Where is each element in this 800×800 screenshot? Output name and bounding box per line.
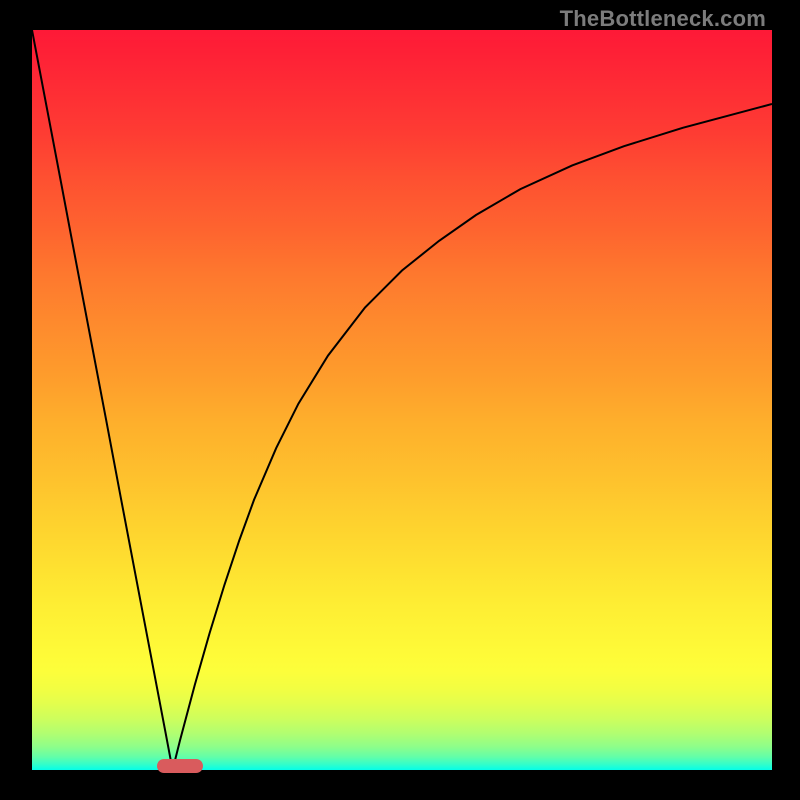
optimum-marker [157, 759, 203, 773]
right-branch-curve [173, 104, 772, 770]
plot-area [32, 30, 772, 770]
left-branch-curve [32, 30, 173, 770]
plot-outer-frame: TheBottleneck.com [0, 0, 800, 800]
watermark-text: TheBottleneck.com [560, 6, 766, 32]
curve-svg [32, 30, 772, 770]
